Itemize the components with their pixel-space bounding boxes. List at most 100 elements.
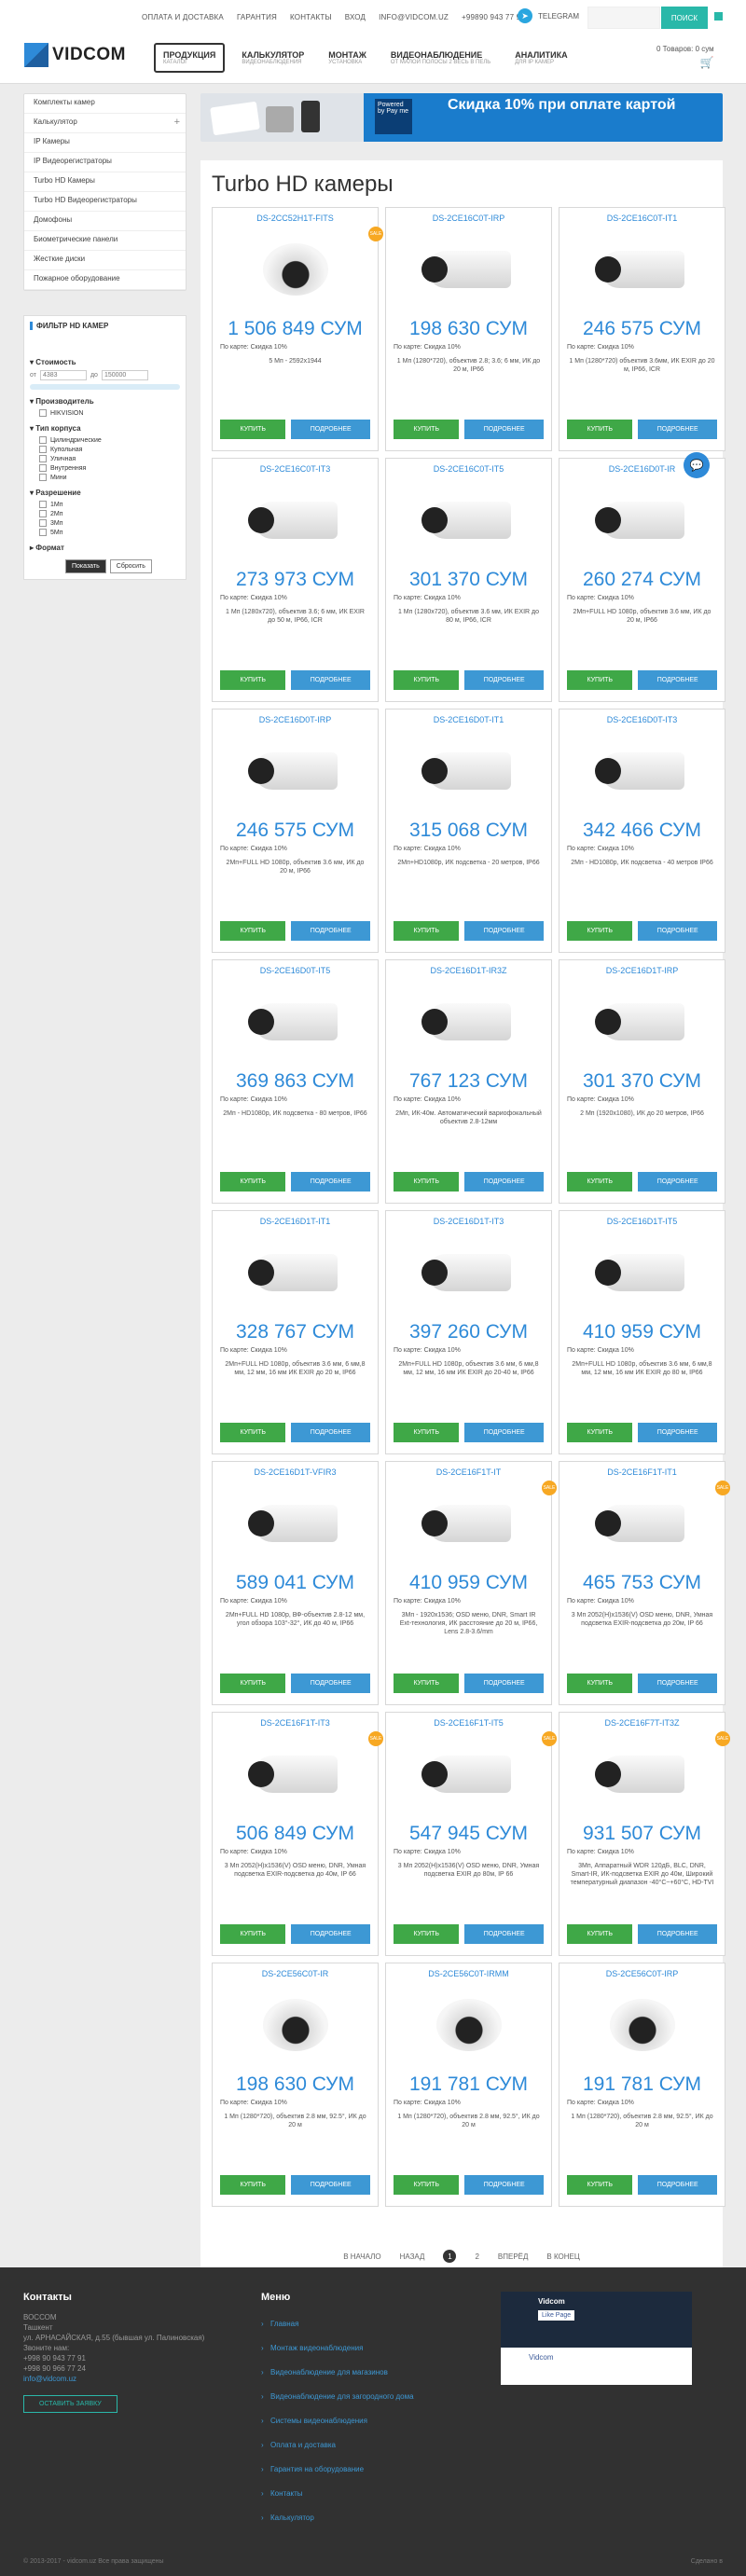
product-code[interactable]: DS-2CE16D1T-IR3Z <box>386 966 551 975</box>
product-card[interactable]: DS-2CE16D0T-IR 260 274 СУМ По карте: Скидк… <box>559 458 725 702</box>
product-code[interactable]: DS-2CE16D1T-IT1 <box>213 1217 378 1226</box>
buy-button[interactable]: КУПИТЬ <box>220 1423 286 1442</box>
checkbox-icon[interactable] <box>39 446 47 453</box>
more-button[interactable]: ПОДРОБНЕЕ <box>464 1924 544 1944</box>
product-code[interactable]: DS-2CE16F1T-IT <box>386 1467 551 1477</box>
product-card[interactable]: DS-2CE56C0T-IR 198 630 СУМ По карте: Скидк… <box>212 1963 379 2207</box>
checkbox-res[interactable]: 5Мп <box>39 529 180 536</box>
category-item[interactable]: Домофоны <box>24 212 186 231</box>
product-image[interactable] <box>386 975 551 1068</box>
buy-button[interactable]: КУПИТЬ <box>567 2175 633 2195</box>
logo[interactable]: VIDCOM <box>24 43 126 67</box>
search-input[interactable] <box>587 7 660 29</box>
buy-button[interactable]: КУПИТЬ <box>567 670 633 690</box>
price-to-input[interactable]: 150000 <box>101 370 148 380</box>
buy-button[interactable]: КУПИТЬ <box>220 420 286 439</box>
buy-button[interactable]: КУПИТЬ <box>220 1172 286 1192</box>
more-button[interactable]: ПОДРОБНЕЕ <box>291 921 370 941</box>
product-image[interactable] <box>213 223 378 316</box>
product-card[interactable]: DS-2CE16D1T-IT1 328 767 СУМ По карте: Скид… <box>212 1210 379 1454</box>
filter-format-label[interactable]: ▸ Формат <box>30 544 180 552</box>
product-code[interactable]: DS-2CE56C0T-IRP <box>560 1969 725 1978</box>
product-image[interactable] <box>560 1477 725 1570</box>
product-image[interactable] <box>386 474 551 567</box>
buy-button[interactable]: КУПИТЬ <box>394 921 460 941</box>
category-item[interactable]: Калькулятор + <box>24 114 186 133</box>
product-code[interactable]: DS-2CE16C0T-IRP <box>386 214 551 223</box>
buy-button[interactable]: КУПИТЬ <box>394 670 460 690</box>
more-button[interactable]: ПОДРОБНЕЕ <box>291 1924 370 1944</box>
product-card[interactable]: DS-2CE16F1T-IT1 465 753 СУМ По карте: Скид… <box>559 1461 730 1705</box>
telegram-link[interactable]: ➤ TELEGRAM <box>518 8 579 23</box>
product-card[interactable]: DS-2CE16F7T-IT3Z 931 507 СУМ По карте: Ски… <box>559 1712 730 1956</box>
more-button[interactable]: ПОДРОБНЕЕ <box>464 1423 544 1442</box>
product-code[interactable]: DS-2CE16D1T-IT3 <box>386 1217 551 1226</box>
footer-menu-item[interactable]: Калькулятор <box>261 2506 476 2530</box>
footer-menu-item[interactable]: Контакты <box>261 2482 476 2506</box>
top-link-login[interactable]: ВХОД <box>345 13 366 21</box>
checkbox-body[interactable]: Купольная <box>39 446 180 453</box>
more-button[interactable]: ПОДРОБНЕЕ <box>464 1674 544 1693</box>
product-image[interactable] <box>213 1226 378 1319</box>
product-image[interactable] <box>213 975 378 1068</box>
checkbox-icon[interactable] <box>39 455 47 462</box>
product-code[interactable]: DS-2CE16C0T-IT5 <box>386 464 551 474</box>
more-button[interactable]: ПОДРОБНЕЕ <box>638 1423 717 1442</box>
product-code[interactable]: DS-2CE16F7T-IT3Z <box>560 1718 725 1728</box>
fb-like-button[interactable]: Like Page <box>538 2310 575 2321</box>
more-button[interactable]: ПОДРОБНЕЕ <box>464 420 544 439</box>
checkbox-body[interactable]: Уличная <box>39 455 180 462</box>
product-card[interactable]: DS-2CE16F1T-IT 410 959 СУМ По карте: Скидк… <box>385 1461 557 1705</box>
more-button[interactable]: ПОДРОБНЕЕ <box>464 921 544 941</box>
product-image[interactable] <box>560 724 725 818</box>
footer-email[interactable]: info@vidcom.uz <box>23 2375 76 2383</box>
plus-icon[interactable]: + <box>174 117 180 128</box>
page-first[interactable]: В НАЧАЛО <box>343 2252 380 2261</box>
product-code[interactable]: DS-2CE16F1T-IT5 <box>386 1718 551 1728</box>
product-image[interactable] <box>213 724 378 818</box>
more-button[interactable]: ПОДРОБНЕЕ <box>638 420 717 439</box>
buy-button[interactable]: КУПИТЬ <box>394 1423 460 1442</box>
product-card[interactable]: DS-2CC52H1T-FITS 1 506 849 СУМ По карте: С… <box>212 207 383 451</box>
product-code[interactable]: DS-2CE56C0T-IR <box>213 1969 378 1978</box>
category-item[interactable]: IP Камеры <box>24 133 186 153</box>
filter-body-label[interactable]: ▾ Тип корпуса <box>30 424 180 433</box>
top-link-email[interactable]: INFO@VIDCOM.UZ <box>379 13 449 21</box>
buy-button[interactable]: КУПИТЬ <box>394 1172 460 1192</box>
checkbox-icon[interactable] <box>39 519 47 527</box>
checkbox-maker[interactable]: HIKVISION <box>39 409 180 417</box>
product-card[interactable]: DS-2CE16C0T-IT5 301 370 СУМ По карте: Скид… <box>385 458 552 702</box>
page-prev[interactable]: НАЗАД <box>400 2252 425 2261</box>
product-card[interactable]: DS-2CE16D0T-IT1 315 068 СУМ По карте: Скид… <box>385 709 552 953</box>
page-last[interactable]: В КОНЕЦ <box>546 2252 579 2261</box>
product-image[interactable] <box>386 1728 551 1821</box>
product-card[interactable]: DS-2CE56C0T-IRP 191 781 СУМ По карте: Скид… <box>559 1963 725 2207</box>
buy-button[interactable]: КУПИТЬ <box>567 1172 633 1192</box>
checkbox-res[interactable]: 1Мп <box>39 501 180 508</box>
checkbox-icon[interactable] <box>39 474 47 481</box>
price-from-input[interactable]: 4383 <box>39 370 87 380</box>
nav-analytics[interactable]: АНАЛИТИКА ДЛЯ IP КАМЕР <box>507 43 574 73</box>
checkbox-body[interactable]: Мини <box>39 474 180 481</box>
product-code[interactable]: DS-2CE16D1T-VFIR3 <box>213 1467 378 1477</box>
nav-installation[interactable]: МОНТАЖ УСТАНОВКА <box>321 43 374 73</box>
checkbox-res[interactable]: 2Мп <box>39 510 180 517</box>
page-next[interactable]: ВПЕРЁД <box>498 2252 529 2261</box>
footer-menu-item[interactable]: Главная <box>261 2312 476 2336</box>
category-item[interactable]: IP Видеорегистраторы <box>24 153 186 172</box>
checkbox-res[interactable]: 3Мп <box>39 519 180 527</box>
footer-menu-item[interactable]: Системы видеонаблюдения <box>261 2409 476 2433</box>
more-button[interactable]: ПОДРОБНЕЕ <box>638 2175 717 2195</box>
buy-button[interactable]: КУПИТЬ <box>567 921 633 941</box>
buy-button[interactable]: КУПИТЬ <box>567 1423 633 1442</box>
checkbox-body[interactable]: Цилиндрические <box>39 436 180 444</box>
checkbox-icon[interactable] <box>39 436 47 444</box>
footer-menu-item[interactable]: Оплата и доставка <box>261 2433 476 2458</box>
product-code[interactable]: DS-2CC52H1T-FITS <box>213 214 378 223</box>
product-card[interactable]: DS-2CE16C0T-IRP 198 630 СУМ По карте: Скид… <box>385 207 552 451</box>
page-current[interactable]: 1 <box>443 2250 457 2263</box>
top-link-warranty[interactable]: ГАРАНТИЯ <box>237 13 277 21</box>
product-card[interactable]: DS-2CE16D0T-IRP 246 575 СУМ По карте: Скид… <box>212 709 379 953</box>
search-button[interactable]: ПОИСК <box>661 7 708 29</box>
category-item[interactable]: Пожарное оборудование <box>24 270 186 290</box>
